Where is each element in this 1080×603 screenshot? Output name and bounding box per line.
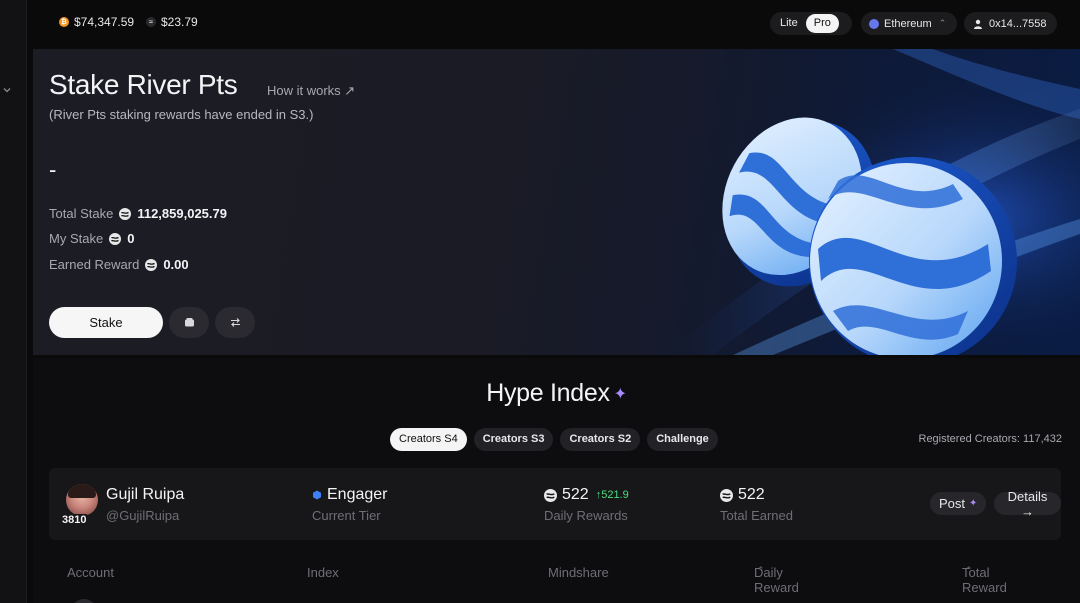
stake-hero-card: Stake River Pts How it works ↗ (River Pt… xyxy=(33,49,1080,355)
hype-index-title: Hype Index ✦ xyxy=(33,379,1080,408)
my-creator-card: 3810 Gujil Ruipa @GujilRuipa Engager Cur… xyxy=(49,468,1061,540)
creator-name: Gujil Ruipa xyxy=(106,486,185,503)
daily-rewards-label: Daily Rewards xyxy=(544,508,628,523)
avatar xyxy=(71,599,97,603)
chain-select[interactable]: Ethereum ⌃ xyxy=(861,12,957,35)
tab-creators-s4[interactable]: Creators S4 xyxy=(390,428,467,451)
creator-handle: @GujilRuipa xyxy=(106,508,180,523)
river-icon xyxy=(119,207,132,220)
registered-creators-count: Registered Creators: 117,432 xyxy=(918,433,1063,445)
river-icon: ≈ xyxy=(146,17,156,27)
tier-label: Current Tier xyxy=(312,508,381,523)
chain-name: Ethereum xyxy=(884,17,932,30)
sort-icon: ⌃ xyxy=(965,565,973,575)
daily-rewards-value: 522 xyxy=(562,486,589,503)
mode-toggle: Lite Pro xyxy=(770,12,852,35)
chevron-down-icon[interactable] xyxy=(1,84,13,96)
total-earned-value: 522 xyxy=(738,486,765,503)
details-button[interactable]: Details → xyxy=(994,489,1061,519)
daily-rewards-delta: ↑521.9 xyxy=(595,489,629,501)
how-it-works-link[interactable]: How it works ↗ xyxy=(267,83,355,99)
page-title: Stake River Pts xyxy=(49,69,238,100)
select-arrows-icon: ⌃ xyxy=(938,18,947,28)
sparkle-icon: ✦ xyxy=(613,386,627,404)
bitcoin-icon: ₿ xyxy=(59,17,69,27)
swap-button[interactable] xyxy=(215,307,255,338)
my-stake-stat: My Stake 0 xyxy=(49,231,134,246)
leaderboard-header: Account Index Mindshare Daily Reward ⌃ To… xyxy=(33,565,1080,595)
wallet-button[interactable] xyxy=(169,307,209,338)
daily-rewards: 522 ↑521.9 Daily Rewards xyxy=(544,486,629,523)
earned-reward-label: Earned Reward xyxy=(49,257,140,272)
mode-lite-option[interactable]: Lite xyxy=(772,14,806,33)
ethereum-icon xyxy=(869,18,879,29)
user-icon xyxy=(974,19,982,29)
tab-creators-s2[interactable]: Creators S2 xyxy=(560,428,641,451)
tab-challenge[interactable]: Challenge xyxy=(647,428,718,451)
my-stake-value: 0 xyxy=(127,231,135,246)
col-account: Account xyxy=(67,565,114,580)
earned-reward-stat: Earned Reward 0.00 xyxy=(49,257,189,272)
rank-badge: 3810 xyxy=(59,514,90,526)
season-tabs: Creators S4 Creators S3 Creators S2 Chal… xyxy=(390,428,718,451)
total-stake-label: Total Stake xyxy=(49,206,114,221)
wallet-icon xyxy=(184,318,194,327)
my-stake-label: My Stake xyxy=(49,231,104,246)
tier-badge-icon xyxy=(313,490,321,500)
total-stake-stat: Total Stake 112,859,025.79 xyxy=(49,206,227,221)
wallet-address: 0x14...7558 xyxy=(989,17,1047,30)
post-button-label: Post xyxy=(939,496,966,511)
stake-button[interactable]: Stake xyxy=(49,307,163,338)
hype-index-section: Hype Index ✦ Creators S4 Creators S3 Crea… xyxy=(33,358,1080,603)
post-button[interactable]: Post ✦ xyxy=(930,492,987,515)
hero-subtitle: (River Pts staking rewards have ended in… xyxy=(49,107,314,122)
earned-reward-value: 0.00 xyxy=(163,257,189,272)
top-bar: ₿ $74,347.59 ≈ $23.79 Lite Pro Ethereum … xyxy=(27,0,1080,46)
river-price-value: $23.79 xyxy=(161,15,198,29)
hype-index-heading: Hype Index xyxy=(486,379,610,407)
total-earned: 522 Total Earned xyxy=(720,486,793,523)
btc-price: ₿ $74,347.59 xyxy=(59,15,134,29)
tier-name: Engager xyxy=(327,486,388,503)
btc-price-value: $74,347.59 xyxy=(74,15,135,29)
river-icon xyxy=(109,232,122,245)
left-sidebar xyxy=(0,0,27,603)
river-icon xyxy=(544,488,557,502)
col-mindshare: Mindshare xyxy=(548,565,609,580)
river-icon xyxy=(720,488,733,502)
river-icon xyxy=(145,258,158,271)
sparkle-icon: ✦ xyxy=(969,498,978,509)
col-index: Index xyxy=(307,565,339,580)
wallet-button[interactable]: 0x14...7558 xyxy=(964,12,1057,35)
river-price: ≈ $23.79 xyxy=(146,15,198,29)
current-tier: Engager Current Tier xyxy=(312,486,388,523)
mode-pro-option[interactable]: Pro xyxy=(805,14,839,33)
avatar xyxy=(66,484,98,516)
swap-icon xyxy=(230,318,240,327)
total-earned-label: Total Earned xyxy=(720,508,793,523)
sort-icon: ⌃ xyxy=(757,565,765,575)
stake-value: - xyxy=(49,157,57,182)
total-stake-value: 112,859,025.79 xyxy=(137,206,227,221)
tab-creators-s3[interactable]: Creators S3 xyxy=(473,428,554,451)
